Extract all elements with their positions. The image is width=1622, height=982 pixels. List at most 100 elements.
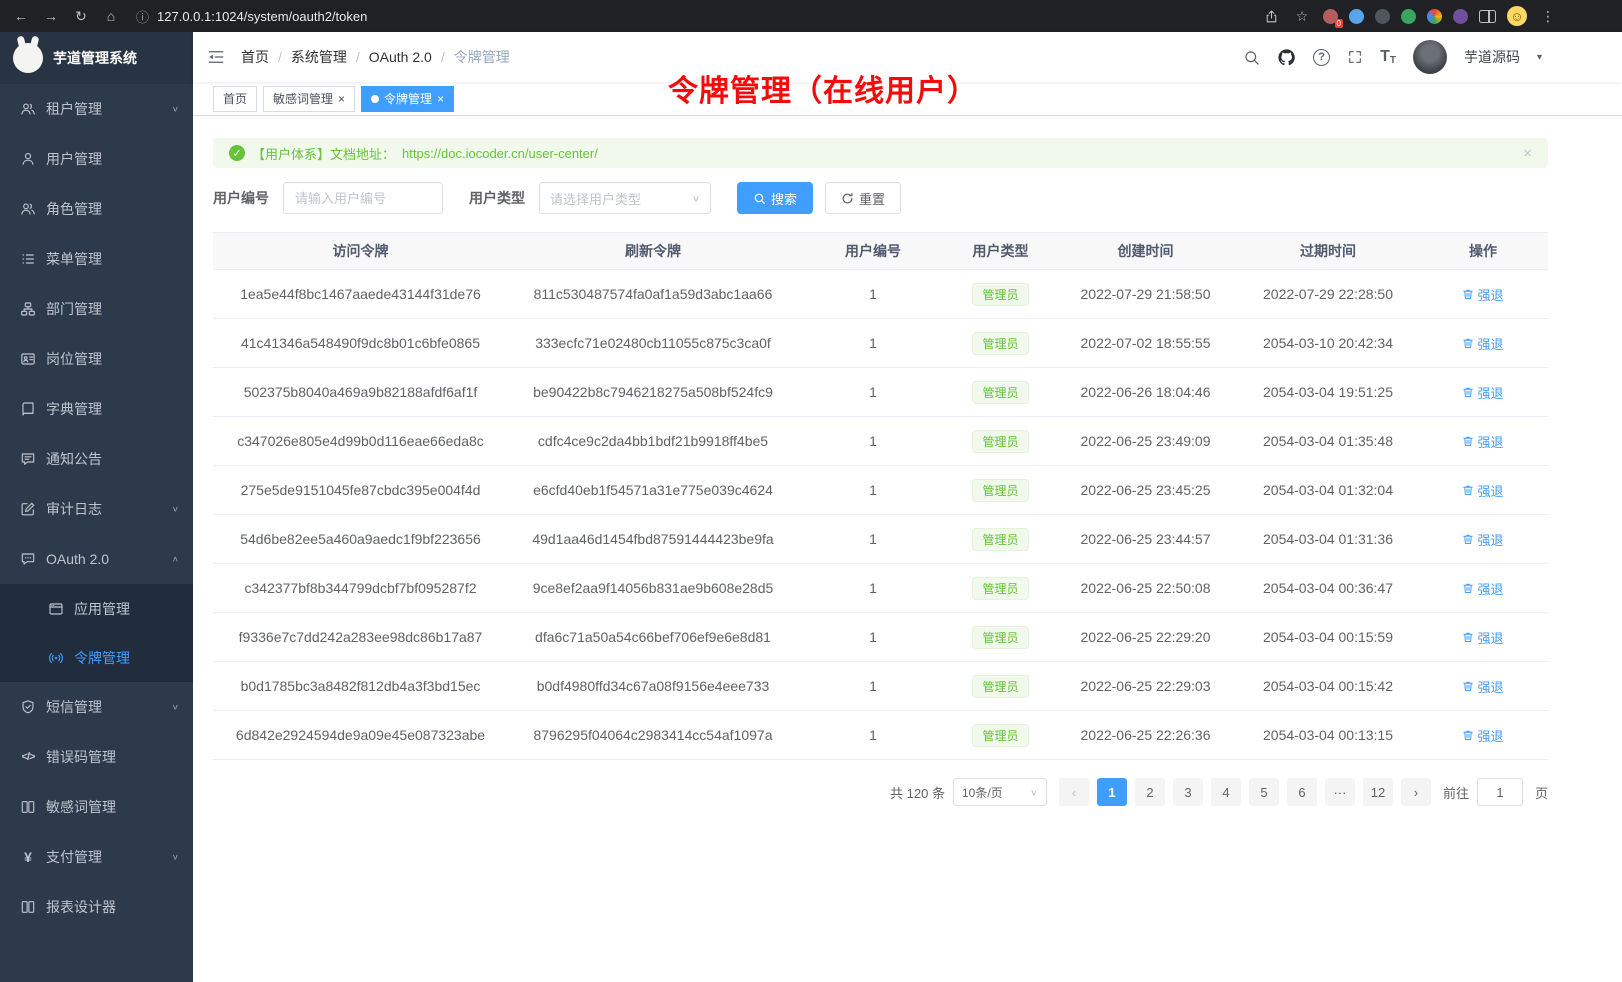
search-icon[interactable] [1243,49,1260,66]
page-button-3[interactable]: 3 [1173,778,1203,806]
split-view-icon[interactable] [1479,10,1496,23]
sidebar-item-oauth2-token[interactable]: 令牌管理 [0,633,193,682]
page-button-5[interactable]: 5 [1249,778,1279,806]
extension-icon[interactable]: 0 [1323,9,1338,24]
page-button-2[interactable]: 2 [1135,778,1165,806]
page-button-1[interactable]: 1 [1097,778,1127,806]
sidebar-item-oauth2-app[interactable]: 应用管理 [0,584,193,633]
sidebar-item-tenant[interactable]: 租户管理 ∨ [0,84,193,134]
sidebar-item-pay[interactable]: ¥ 支付管理 ∨ [0,832,193,882]
user-id-cell: 1 [798,319,948,367]
github-icon[interactable] [1277,48,1296,67]
fullscreen-icon[interactable] [1347,49,1363,65]
sidebar-item-dept[interactable]: 部门管理 [0,284,193,334]
user-id-input[interactable] [283,182,443,214]
table-row: c347026e805e4d99b0d116eae66eda8c cdfc4ce… [213,417,1548,466]
more-pages-button[interactable]: ··· [1325,778,1355,806]
refresh-token-cell: 49d1aa46d1454fbd87591444423be9fa [508,515,798,563]
tab-home[interactable]: 首页 [213,86,257,112]
sidebar-item-notice[interactable]: 通知公告 [0,434,193,484]
force-logout-button[interactable]: 强退 [1462,579,1503,598]
hamburger-icon[interactable] [207,48,225,66]
sidebar-item-role[interactable]: 角色管理 [0,184,193,234]
close-icon[interactable]: × [338,93,345,105]
users-icon [20,201,36,217]
sidebar-item-post[interactable]: 岗位管理 [0,334,193,384]
reset-button[interactable]: 重置 [825,182,901,214]
prev-page-button[interactable]: ‹ [1059,778,1089,806]
close-icon[interactable]: × [437,93,444,105]
tab-sensitive-word[interactable]: 敏感词管理 × [263,86,355,112]
user-id-cell: 1 [798,466,948,514]
extension-icon[interactable] [1453,9,1468,24]
home-icon[interactable]: ⌂ [98,3,124,29]
sidebar-item-error-code[interactable]: </> 错误码管理 [0,732,193,782]
sidebar-item-oauth2[interactable]: OAuth 2.0 ∧ [0,534,193,584]
font-size-icon[interactable]: T [1380,48,1396,66]
search-button[interactable]: 搜索 [737,182,813,214]
force-logout-button[interactable]: 强退 [1462,677,1503,696]
sidebar-item-sensitive-word[interactable]: 敏感词管理 [0,782,193,832]
code-icon: </> [20,751,36,763]
sidebar-item-report-designer[interactable]: 报表设计器 [0,882,193,932]
chevron-up-icon: ∧ [172,555,179,564]
force-logout-button[interactable]: 强退 [1462,383,1503,402]
reload-icon[interactable]: ↻ [68,3,94,29]
sidebar-item-menu[interactable]: 菜单管理 [0,234,193,284]
page-button-4[interactable]: 4 [1211,778,1241,806]
browser-chrome: ← → ↻ ⌂ ⓘ 127.0.0.1:1024/system/oauth2/t… [0,0,1622,32]
extension-icon[interactable] [1375,9,1390,24]
caret-down-icon[interactable]: ▾ [1537,52,1542,63]
page-button-12[interactable]: 12 [1363,778,1393,806]
access-token-cell: 54d6be82ee5a460a9aedc1f9bf223656 [213,515,508,563]
sidebar-item-user[interactable]: 用户管理 [0,134,193,184]
access-token-cell: f9336e7c7dd242a283ee98dc86b17a87 [213,613,508,661]
user-avatar[interactable] [1413,40,1447,74]
tab-token[interactable]: 令牌管理 × [361,86,454,112]
extension-icon[interactable] [1427,9,1442,24]
alert-close-icon[interactable]: × [1523,145,1532,162]
doc-link[interactable]: https://doc.iocoder.cn/user-center/ [402,146,598,161]
force-logout-button[interactable]: 强退 [1462,285,1503,304]
sidebar-item-dict[interactable]: 字典管理 [0,384,193,434]
force-logout-button[interactable]: 强退 [1462,726,1503,745]
force-logout-button[interactable]: 强退 [1462,530,1503,549]
forward-icon[interactable]: → [38,3,64,29]
breadcrumb-system[interactable]: 系统管理 [269,47,347,67]
goto-page-input[interactable] [1477,778,1523,806]
page-size-select[interactable]: 10条/页 ∨ [953,778,1047,806]
username[interactable]: 芋道源码 [1464,47,1520,67]
extension-icon[interactable] [1349,9,1364,24]
next-page-button[interactable]: › [1401,778,1431,806]
site-info-icon[interactable]: ⓘ [136,7,149,26]
force-logout-button[interactable]: 强退 [1462,481,1503,500]
browser-profile-avatar[interactable]: ☺ [1507,6,1527,26]
table-row: b0d1785bc3a8482f812db4a3f3bd15ec b0df498… [213,662,1548,711]
col-user-id: 用户编号 [798,233,948,269]
access-token-cell: b0d1785bc3a8482f812db4a3f3bd15ec [213,662,508,710]
address-bar[interactable]: ⓘ 127.0.0.1:1024/system/oauth2/token [136,7,1257,26]
create-time-cell: 2022-06-25 23:44:57 [1053,515,1238,563]
user-type-badge: 管理员 [972,626,1028,649]
extension-icon[interactable] [1401,9,1416,24]
broadcast-icon [48,650,64,666]
help-icon[interactable]: ? [1313,49,1330,66]
breadcrumb-home[interactable]: 首页 [241,47,269,67]
share-icon[interactable] [1261,6,1281,26]
table-row: 1ea5e44f8bc1467aaede43144f31de76 811c530… [213,270,1548,319]
user-type-select[interactable]: 请选择用户类型 ∨ [539,182,711,214]
table-row: 41c41346a548490f9dc8b01c6bfe0865 333ecfc… [213,319,1548,368]
navbar-actions: ? T 芋道源码 ▾ [1243,40,1542,74]
force-logout-button[interactable]: 强退 [1462,432,1503,451]
expire-time-cell: 2022-07-29 22:28:50 [1238,270,1418,318]
force-logout-button[interactable]: 强退 [1462,334,1503,353]
bookmark-star-icon[interactable]: ☆ [1292,6,1312,26]
force-logout-button[interactable]: 强退 [1462,628,1503,647]
breadcrumb-oauth2[interactable]: OAuth 2.0 [347,49,432,65]
back-icon[interactable]: ← [8,3,34,29]
page-button-6[interactable]: 6 [1287,778,1317,806]
sidebar-item-audit-log[interactable]: 审计日志 ∨ [0,484,193,534]
table-row: 54d6be82ee5a460a9aedc1f9bf223656 49d1aa4… [213,515,1548,564]
sidebar-item-sms[interactable]: 短信管理 ∨ [0,682,193,732]
browser-menu-icon[interactable]: ⋮ [1538,6,1558,26]
